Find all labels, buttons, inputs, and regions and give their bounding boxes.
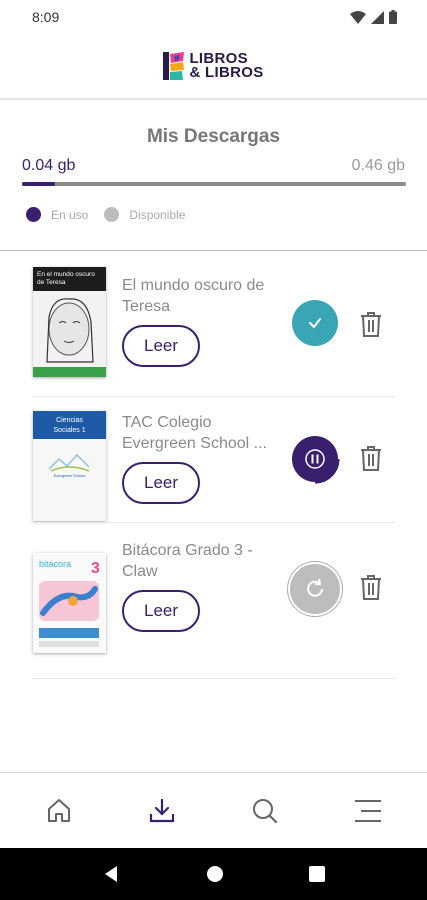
trash-icon[interactable]	[359, 444, 383, 472]
legend-used-label: En uso	[51, 207, 89, 222]
trash-icon[interactable]	[359, 573, 383, 601]
storage-used-label: 0.04 gb	[22, 157, 76, 174]
legend-available-label: Disponible	[129, 207, 186, 222]
signal-icon	[371, 10, 384, 24]
storage-legend: En uso Disponible	[26, 207, 185, 222]
book-title: TAC Colegio Evergreen School ...	[122, 414, 267, 452]
book-cover[interactable]: bitácora 3	[33, 553, 106, 653]
nav-search[interactable]	[235, 781, 295, 841]
download-icon	[150, 798, 175, 822]
list-item: Ciencias Sociales 1 Evergreen School TAC…	[33, 407, 395, 535]
download-complete-button[interactable]	[292, 300, 338, 346]
retry-download-button[interactable]	[288, 562, 342, 616]
home-button-icon[interactable]	[206, 865, 224, 883]
logo-mark-icon	[163, 52, 185, 80]
download-progress-ring	[314, 458, 340, 484]
list-item: bitácora 3 Bitácora Grado 3 - Claw Leer	[33, 535, 395, 663]
check-icon	[309, 318, 321, 329]
page-title: Mis Descargas	[146, 126, 281, 147]
legend-used-dot	[26, 207, 41, 222]
brand-logo: LIBROS & LIBROS	[163, 51, 264, 81]
storage-divider	[0, 250, 427, 251]
storage-summary: Mis Descargas 0.04 gb 0.46 gb En uso Dis…	[0, 100, 427, 250]
read-button[interactable]: Leer	[122, 590, 200, 632]
svg-text:Sociales 1: Sociales 1	[53, 427, 85, 434]
read-button[interactable]: Leer	[122, 462, 200, 504]
book-title: Bitácora Grado 3 - Claw	[122, 542, 253, 580]
svg-text:de Teresa: de Teresa	[37, 279, 66, 286]
row-divider	[33, 522, 395, 523]
status-bar: 8:09	[0, 0, 427, 34]
nav-menu[interactable]	[338, 781, 398, 841]
menu-icon	[354, 799, 381, 822]
row-divider	[33, 396, 395, 397]
legend-available-dot	[104, 207, 120, 222]
svg-text:Evergreen School: Evergreen School	[54, 473, 86, 478]
refresh-icon	[307, 578, 323, 597]
trash-icon[interactable]	[359, 310, 383, 338]
battery-icon	[389, 10, 397, 24]
nav-home[interactable]	[29, 781, 89, 841]
svg-text:Ciencias: Ciencias	[56, 417, 83, 424]
storage-progress-fill	[22, 182, 56, 186]
book-cover[interactable]: En el mundo oscuro de Teresa	[33, 267, 106, 377]
storage-available-label: 0.46 gb	[351, 157, 405, 174]
bottom-nav	[0, 773, 427, 848]
book-cover[interactable]: Ciencias Sociales 1 Evergreen School	[33, 411, 106, 521]
read-button[interactable]: Leer	[122, 325, 200, 367]
system-nav-bar	[0, 848, 427, 900]
svg-text:bitácora: bitácora	[39, 559, 71, 569]
row-divider	[33, 678, 395, 679]
home-icon	[48, 798, 71, 822]
back-icon[interactable]	[103, 865, 121, 883]
status-time: 8:09	[32, 9, 60, 25]
app-header: LIBROS & LIBROS	[0, 34, 427, 98]
book-title: El mundo oscuro de Teresa	[122, 277, 265, 315]
brand-line-2: & LIBROS	[189, 64, 264, 81]
recents-icon[interactable]	[308, 866, 325, 882]
list-item: En el mundo oscuro de Teresa El mundo os…	[33, 267, 395, 395]
storage-progress-bar	[22, 182, 406, 186]
nav-downloads[interactable]	[132, 781, 192, 841]
search-icon	[252, 798, 277, 823]
status-icons	[350, 10, 397, 24]
svg-text:En el mundo oscuro: En el mundo oscuro	[37, 271, 95, 278]
svg-text:3: 3	[91, 560, 100, 577]
wifi-icon	[350, 10, 366, 24]
